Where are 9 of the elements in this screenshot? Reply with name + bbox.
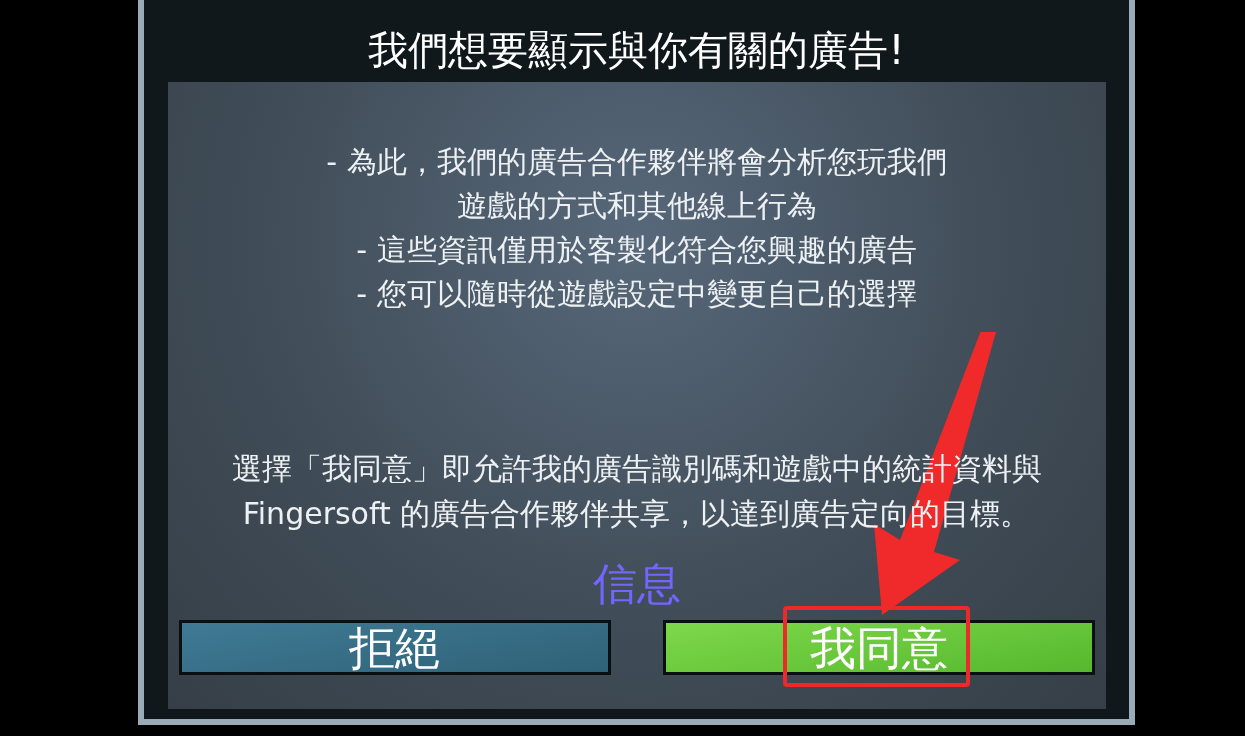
decline-button[interactable]: 拒絕: [178, 620, 611, 675]
bullet-text: 遊戲的方式和其他線上行為: [456, 187, 817, 225]
consent-text: Fingersoft 的廣告合作夥伴共享，以達到廣告定向的目標。: [242, 495, 1031, 533]
dialog-title: 我們想要顯示與你有關的廣告!: [368, 26, 905, 75]
accept-button[interactable]: 我同意: [662, 620, 1095, 675]
bullet-text: - 為此，我們的廣告合作夥伴將會分析您玩我們: [326, 143, 947, 181]
bullet-text: - 這些資訊僅用於客製化符合您興趣的廣告: [356, 231, 917, 269]
bullet-text: - 您可以隨時從遊戲設定中變更自己的選擇: [356, 275, 917, 313]
info-link[interactable]: 信息: [592, 558, 681, 610]
